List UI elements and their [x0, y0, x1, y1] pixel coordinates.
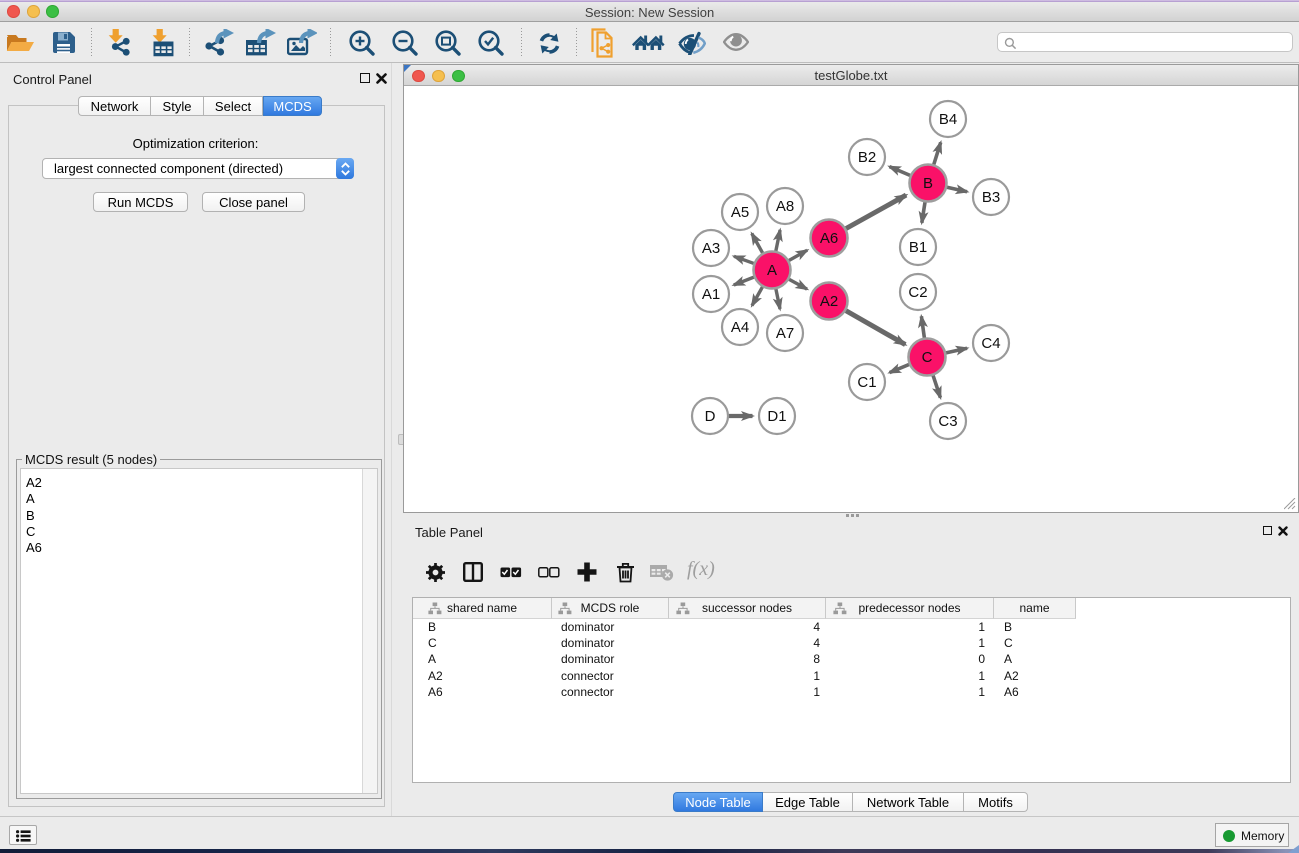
svg-text:C2: C2 [908, 284, 927, 301]
svg-text:A6: A6 [820, 230, 838, 247]
svg-text:B2: B2 [858, 149, 876, 166]
svg-text:B4: B4 [939, 111, 957, 128]
svg-text:A8: A8 [776, 198, 794, 215]
svg-text:A3: A3 [702, 240, 720, 257]
svg-text:D: D [705, 408, 716, 425]
svg-text:A1: A1 [702, 286, 720, 303]
svg-text:A7: A7 [776, 325, 794, 342]
svg-text:B3: B3 [982, 189, 1000, 206]
svg-text:B1: B1 [909, 239, 927, 256]
svg-text:A: A [767, 262, 777, 279]
svg-text:B: B [923, 175, 933, 192]
svg-text:C4: C4 [981, 335, 1000, 352]
svg-text:A5: A5 [731, 204, 749, 221]
svg-text:C1: C1 [857, 374, 876, 391]
svg-text:C: C [922, 349, 933, 366]
svg-text:C3: C3 [938, 413, 957, 430]
svg-text:A4: A4 [731, 319, 749, 336]
svg-text:A2: A2 [820, 293, 838, 310]
svg-text:D1: D1 [767, 408, 786, 425]
